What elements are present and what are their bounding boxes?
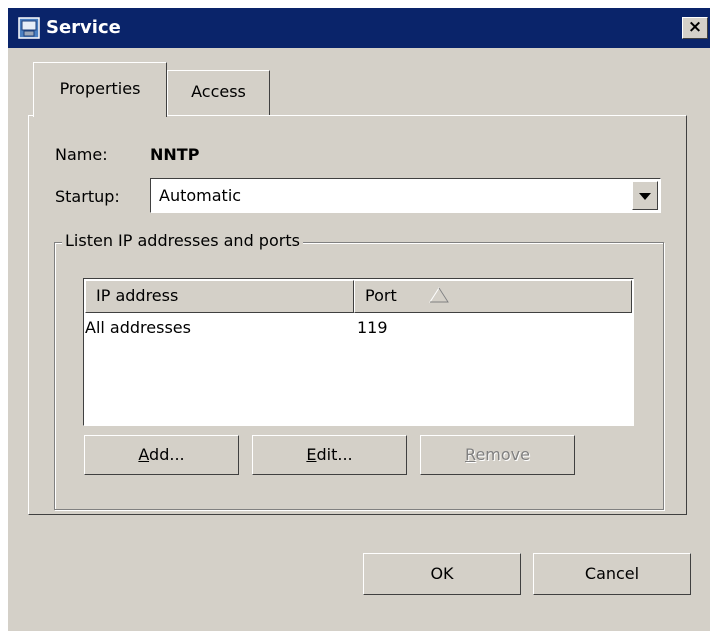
column-header-port[interactable]: Port <box>354 280 632 313</box>
button-label: dd... <box>149 445 185 464</box>
table-cell-ip[interactable]: All addresses <box>85 318 191 338</box>
remove-button[interactable]: Remove <box>420 435 575 475</box>
button-access-key: A <box>138 445 150 464</box>
tab-access[interactable]: Access <box>167 70 270 116</box>
close-button[interactable]: × <box>682 17 708 39</box>
button-label: dit... <box>316 445 353 464</box>
column-header-label: Port <box>365 286 397 305</box>
group-label: Listen IP addresses and ports <box>62 231 303 251</box>
add-button[interactable]: Add... <box>84 435 239 475</box>
column-header-label: IP address <box>96 286 179 305</box>
edit-button[interactable]: Edit... <box>252 435 407 475</box>
address-list[interactable]: IP address Port All addresses 119 <box>83 278 634 426</box>
tab-label: Access <box>191 82 246 101</box>
ok-button[interactable]: OK <box>363 553 521 595</box>
tab-properties[interactable]: Properties <box>33 62 167 117</box>
cancel-button[interactable]: Cancel <box>533 553 691 595</box>
close-icon: × <box>687 17 703 37</box>
tab-label: Properties <box>59 79 141 98</box>
button-access-key: R <box>465 445 476 464</box>
button-access-key: E <box>306 445 317 464</box>
sort-ascending-icon <box>429 287 449 303</box>
table-cell-port[interactable]: 119 <box>357 318 388 338</box>
button-label: emove <box>475 445 530 464</box>
title-bar[interactable]: Service × <box>8 8 710 48</box>
server-app-icon <box>18 17 40 39</box>
window-title: Service <box>46 17 121 38</box>
column-header-ip-address[interactable]: IP address <box>85 280 354 313</box>
